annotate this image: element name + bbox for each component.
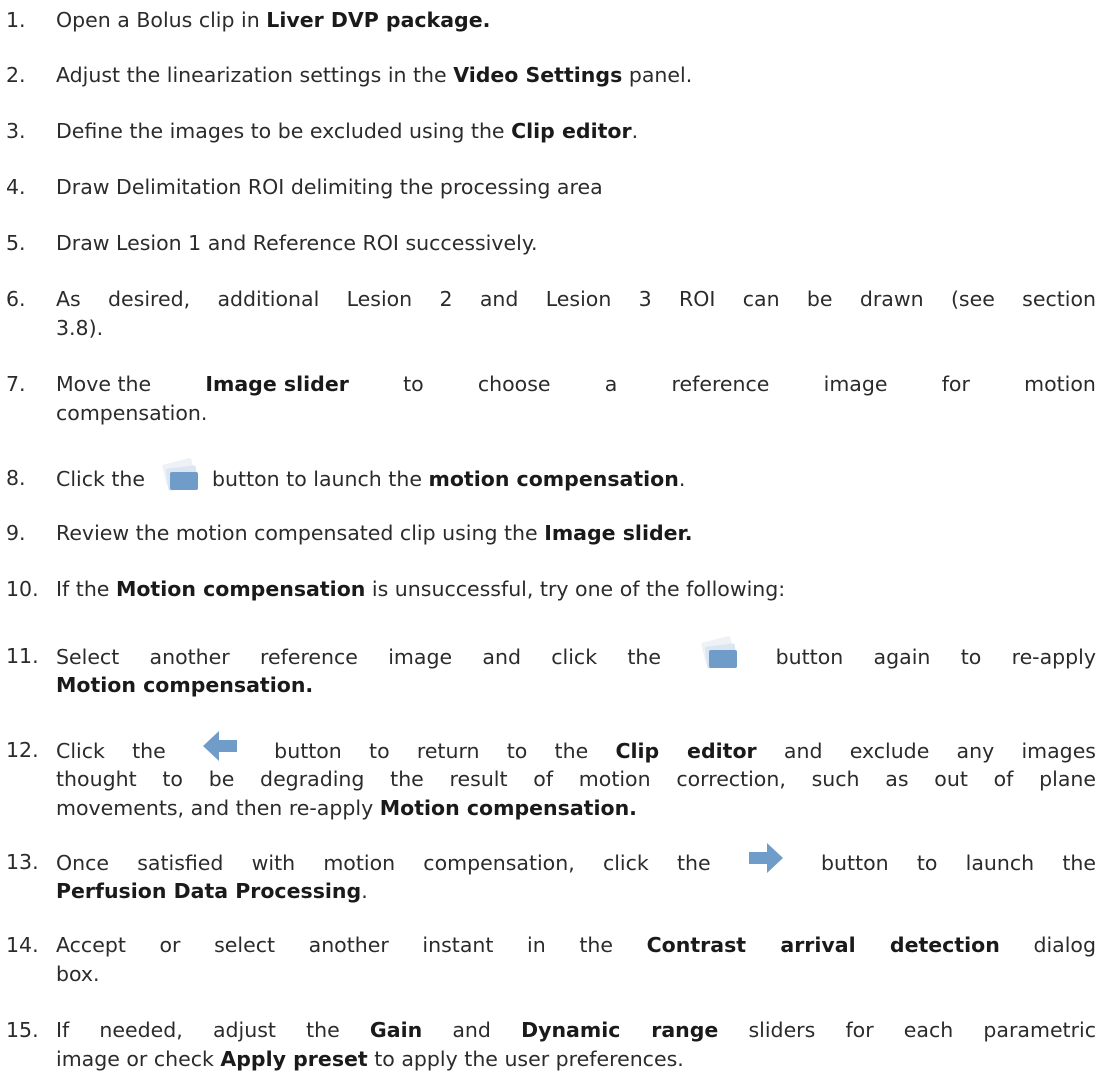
motion-compensation-icon — [158, 457, 200, 491]
motion-compensation-icon — [697, 635, 739, 669]
back-arrow-icon — [199, 729, 241, 763]
instruction-document: 1. Open a Bolus clip in Liver DVP packag… — [0, 0, 1109, 1071]
step-number: 1. — [6, 8, 26, 32]
forward-arrow-icon — [745, 841, 787, 875]
